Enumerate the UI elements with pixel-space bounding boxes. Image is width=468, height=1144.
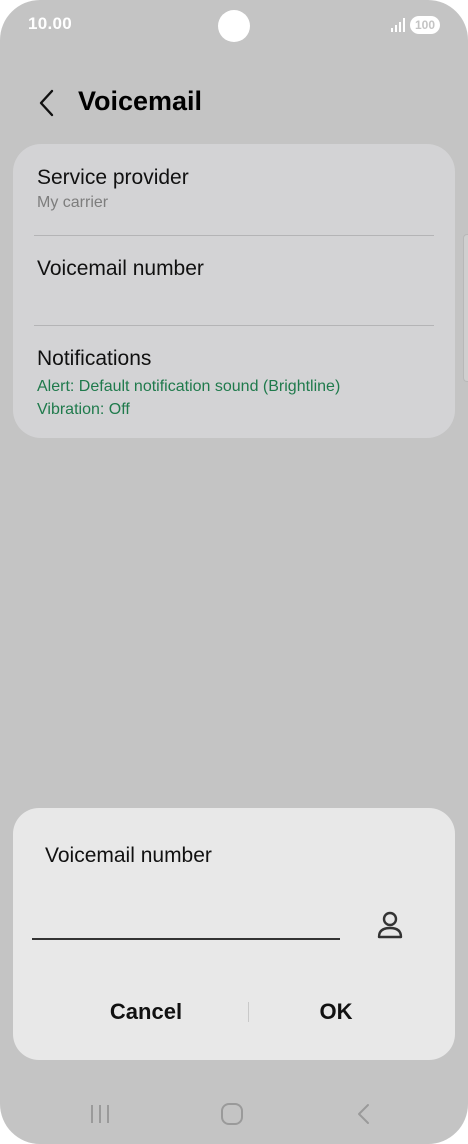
signal-icon	[391, 18, 405, 32]
cancel-button[interactable]: Cancel	[46, 992, 246, 1032]
recent-apps-icon	[91, 1105, 109, 1123]
scroll-handle[interactable]	[463, 234, 468, 382]
back-icon	[358, 1104, 369, 1124]
notifications-item[interactable]: Notifications Alert: Default notificatio…	[37, 347, 433, 421]
item-title: Service provider	[37, 166, 189, 189]
front-camera	[218, 10, 250, 42]
item-title: Voicemail number	[37, 257, 204, 280]
recent-apps-button[interactable]	[80, 1098, 120, 1130]
page-title: Voicemail	[78, 86, 203, 116]
settings-card: Service provider My carrier Voicemail nu…	[13, 144, 455, 438]
service-provider-item[interactable]: Service provider My carrier	[37, 166, 433, 212]
contacts-button[interactable]	[374, 908, 406, 942]
divider	[34, 325, 434, 326]
ok-button[interactable]: OK	[236, 992, 436, 1032]
battery-indicator: 100	[410, 16, 440, 34]
voicemail-number-item[interactable]: Voicemail number	[37, 257, 433, 281]
divider	[34, 235, 434, 236]
system-back-button[interactable]	[344, 1098, 384, 1130]
dialog-title: Voicemail number	[45, 844, 212, 867]
chevron-left-icon	[39, 89, 54, 117]
home-icon	[221, 1103, 243, 1125]
status-time: 10.00	[28, 14, 73, 33]
vibration-detail: Vibration: Off	[37, 401, 130, 418]
back-button[interactable]	[30, 86, 64, 120]
home-button[interactable]	[212, 1098, 252, 1130]
item-title: Notifications	[37, 347, 152, 370]
voicemail-number-input[interactable]	[32, 896, 340, 940]
alert-detail: Alert: Default notification sound (Brigh…	[37, 378, 341, 395]
item-subtitle: My carrier	[37, 194, 109, 211]
person-icon	[377, 911, 403, 939]
phone-screen: 10.00 100 Voicemail Service provider My …	[0, 0, 468, 1144]
